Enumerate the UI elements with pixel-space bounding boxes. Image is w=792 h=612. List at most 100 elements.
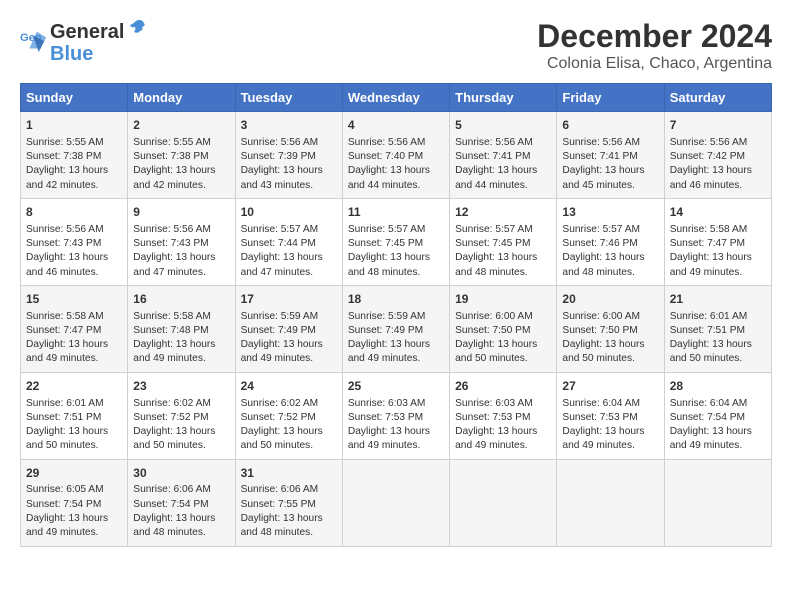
day-number: 25 <box>348 378 444 395</box>
table-cell <box>664 459 771 546</box>
header-row: Sunday Monday Tuesday Wednesday Thursday… <box>21 84 772 112</box>
col-sunday: Sunday <box>21 84 128 112</box>
daylight-label: Daylight: 13 hours <box>670 165 752 176</box>
sunset-label: Sunset: 7:38 PM <box>133 151 208 162</box>
daylight-label: Daylight: 13 hours <box>562 339 644 350</box>
day-number: 24 <box>241 378 337 395</box>
daylight-minutes: and 49 minutes. <box>26 527 99 538</box>
sunset-label: Sunset: 7:41 PM <box>562 151 637 162</box>
sunset-label: Sunset: 7:49 PM <box>241 325 316 336</box>
day-number: 20 <box>562 291 658 308</box>
logo-blue: Blue <box>50 43 148 65</box>
table-cell <box>557 459 664 546</box>
table-cell: 15 Sunrise: 5:58 AM Sunset: 7:47 PM Dayl… <box>21 285 128 372</box>
daylight-label: Daylight: 13 hours <box>241 252 323 263</box>
daylight-minutes: and 49 minutes. <box>26 353 99 364</box>
col-friday: Friday <box>557 84 664 112</box>
sunset-label: Sunset: 7:38 PM <box>26 151 101 162</box>
day-number: 23 <box>133 378 229 395</box>
sunrise-label: Sunrise: 5:56 AM <box>562 137 640 148</box>
day-number: 5 <box>455 117 551 134</box>
logo-general: General <box>50 21 124 43</box>
daylight-minutes: and 44 minutes. <box>348 180 421 191</box>
day-number: 17 <box>241 291 337 308</box>
day-number: 27 <box>562 378 658 395</box>
sunrise-label: Sunrise: 5:56 AM <box>455 137 533 148</box>
sunrise-label: Sunrise: 6:03 AM <box>348 398 426 409</box>
table-row: 8 Sunrise: 5:56 AM Sunset: 7:43 PM Dayli… <box>21 198 772 285</box>
table-cell: 1 Sunrise: 5:55 AM Sunset: 7:38 PM Dayli… <box>21 112 128 199</box>
sunrise-label: Sunrise: 5:56 AM <box>670 137 748 148</box>
table-cell: 24 Sunrise: 6:02 AM Sunset: 7:52 PM Dayl… <box>235 372 342 459</box>
daylight-label: Daylight: 13 hours <box>455 252 537 263</box>
daylight-minutes: and 46 minutes. <box>26 267 99 278</box>
sunset-label: Sunset: 7:43 PM <box>26 238 101 249</box>
day-number: 1 <box>26 117 122 134</box>
sunset-label: Sunset: 7:52 PM <box>133 412 208 423</box>
logo-icon: Gen <box>20 28 48 56</box>
daylight-label: Daylight: 13 hours <box>133 339 215 350</box>
table-cell: 11 Sunrise: 5:57 AM Sunset: 7:45 PM Dayl… <box>342 198 449 285</box>
day-number: 2 <box>133 117 229 134</box>
daylight-label: Daylight: 13 hours <box>670 426 752 437</box>
col-thursday: Thursday <box>450 84 557 112</box>
title-block: December 2024 Colonia Elisa, Chaco, Arge… <box>537 18 772 73</box>
sunrise-label: Sunrise: 5:58 AM <box>26 311 104 322</box>
sunset-label: Sunset: 7:46 PM <box>562 238 637 249</box>
sunrise-label: Sunrise: 6:06 AM <box>241 484 319 495</box>
daylight-minutes: and 49 minutes. <box>670 267 743 278</box>
sunrise-label: Sunrise: 5:58 AM <box>670 224 748 235</box>
table-cell: 31 Sunrise: 6:06 AM Sunset: 7:55 PM Dayl… <box>235 459 342 546</box>
table-cell: 8 Sunrise: 5:56 AM Sunset: 7:43 PM Dayli… <box>21 198 128 285</box>
table-cell: 19 Sunrise: 6:00 AM Sunset: 7:50 PM Dayl… <box>450 285 557 372</box>
daylight-minutes: and 49 minutes. <box>348 353 421 364</box>
logo: Gen General Blue <box>20 18 148 65</box>
table-cell: 5 Sunrise: 5:56 AM Sunset: 7:41 PM Dayli… <box>450 112 557 199</box>
sunrise-label: Sunrise: 6:01 AM <box>26 398 104 409</box>
table-cell: 6 Sunrise: 5:56 AM Sunset: 7:41 PM Dayli… <box>557 112 664 199</box>
sunset-label: Sunset: 7:39 PM <box>241 151 316 162</box>
sunset-label: Sunset: 7:51 PM <box>26 412 101 423</box>
table-row: 1 Sunrise: 5:55 AM Sunset: 7:38 PM Dayli… <box>21 112 772 199</box>
daylight-label: Daylight: 13 hours <box>26 426 108 437</box>
sunset-label: Sunset: 7:47 PM <box>670 238 745 249</box>
daylight-minutes: and 48 minutes. <box>133 527 206 538</box>
sunset-label: Sunset: 7:42 PM <box>670 151 745 162</box>
header: Gen General Blue December 2024 Colonia E… <box>20 18 772 73</box>
col-wednesday: Wednesday <box>342 84 449 112</box>
day-number: 6 <box>562 117 658 134</box>
daylight-label: Daylight: 13 hours <box>241 513 323 524</box>
daylight-label: Daylight: 13 hours <box>348 426 430 437</box>
sunrise-label: Sunrise: 5:55 AM <box>26 137 104 148</box>
sunset-label: Sunset: 7:50 PM <box>562 325 637 336</box>
daylight-label: Daylight: 13 hours <box>562 165 644 176</box>
table-cell: 22 Sunrise: 6:01 AM Sunset: 7:51 PM Dayl… <box>21 372 128 459</box>
daylight-label: Daylight: 13 hours <box>26 165 108 176</box>
sunset-label: Sunset: 7:48 PM <box>133 325 208 336</box>
day-number: 30 <box>133 465 229 482</box>
sunrise-label: Sunrise: 5:56 AM <box>348 137 426 148</box>
sunset-label: Sunset: 7:53 PM <box>348 412 423 423</box>
sunrise-label: Sunrise: 5:55 AM <box>133 137 211 148</box>
daylight-minutes: and 44 minutes. <box>455 180 528 191</box>
sunset-label: Sunset: 7:53 PM <box>455 412 530 423</box>
day-number: 9 <box>133 204 229 221</box>
sunset-label: Sunset: 7:54 PM <box>133 499 208 510</box>
calendar-table: Sunday Monday Tuesday Wednesday Thursday… <box>20 83 772 547</box>
table-cell: 30 Sunrise: 6:06 AM Sunset: 7:54 PM Dayl… <box>128 459 235 546</box>
sunrise-label: Sunrise: 5:57 AM <box>455 224 533 235</box>
table-cell <box>450 459 557 546</box>
sunset-label: Sunset: 7:54 PM <box>670 412 745 423</box>
sunrise-label: Sunrise: 5:58 AM <box>133 311 211 322</box>
table-cell: 25 Sunrise: 6:03 AM Sunset: 7:53 PM Dayl… <box>342 372 449 459</box>
sunrise-label: Sunrise: 6:06 AM <box>133 484 211 495</box>
daylight-minutes: and 50 minutes. <box>133 440 206 451</box>
daylight-label: Daylight: 13 hours <box>670 339 752 350</box>
day-number: 22 <box>26 378 122 395</box>
sunset-label: Sunset: 7:49 PM <box>348 325 423 336</box>
sunrise-label: Sunrise: 5:57 AM <box>241 224 319 235</box>
daylight-label: Daylight: 13 hours <box>562 426 644 437</box>
table-cell: 12 Sunrise: 5:57 AM Sunset: 7:45 PM Dayl… <box>450 198 557 285</box>
daylight-label: Daylight: 13 hours <box>348 252 430 263</box>
daylight-minutes: and 50 minutes. <box>455 353 528 364</box>
